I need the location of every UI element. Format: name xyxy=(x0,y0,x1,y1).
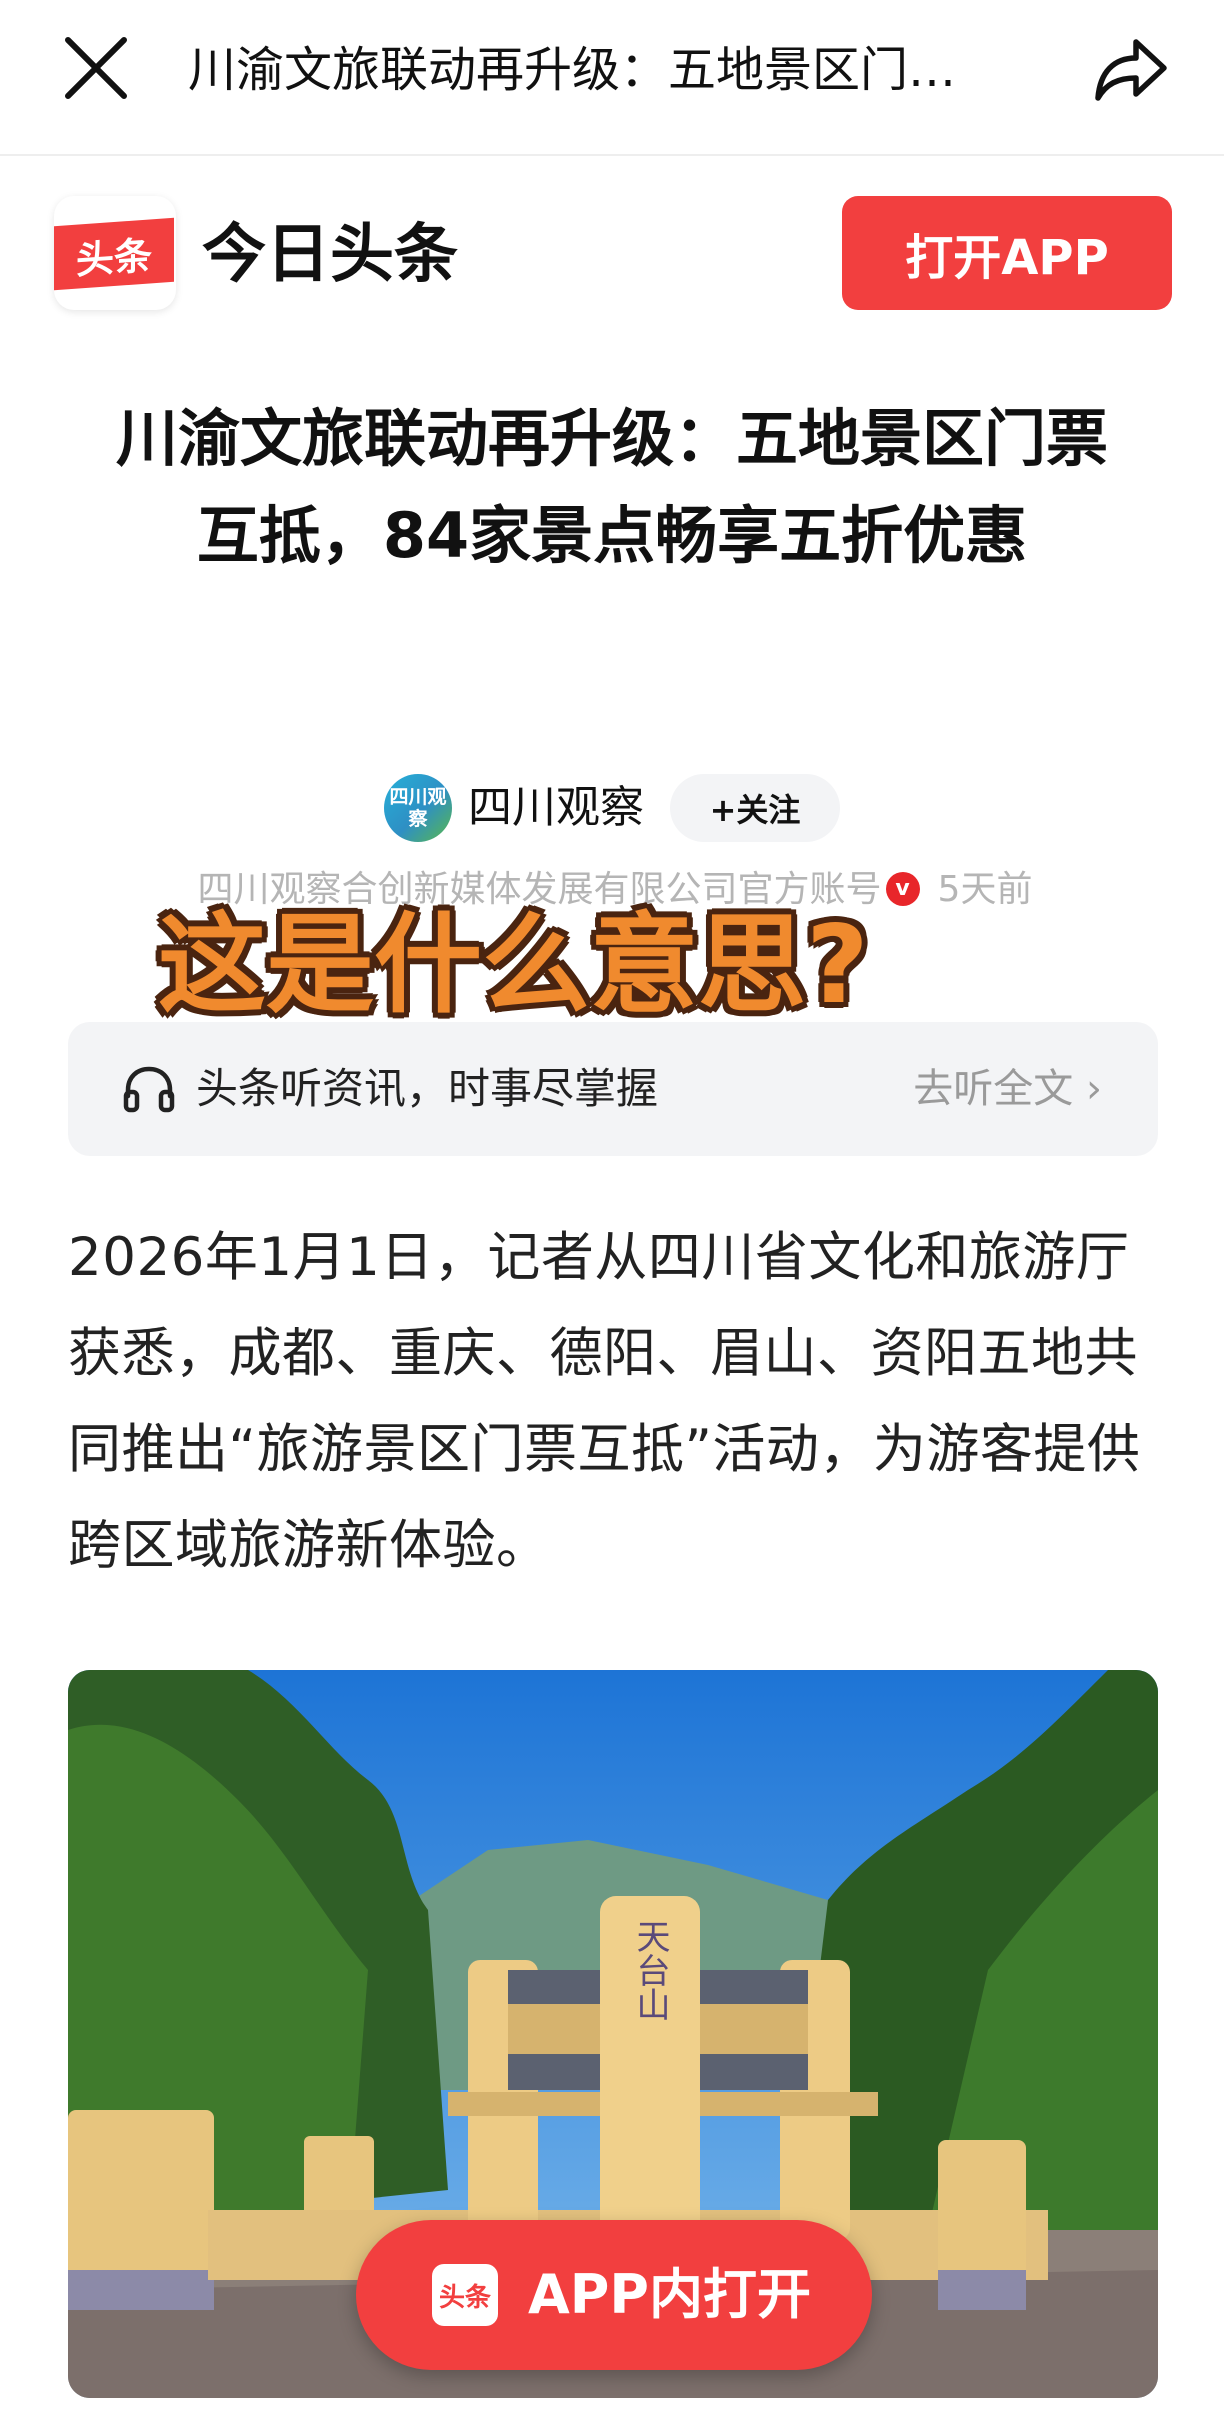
open-in-app-label: APP内打开 xyxy=(528,2263,811,2326)
overlay-caption: 这是什么意思? xyxy=(158,903,869,1028)
follow-button[interactable]: +关注 xyxy=(670,774,840,842)
article-body: 2026年1月1日，记者从四川省文化和旅游厅获悉，成都、重庆、德阳、眉山、资阳五… xyxy=(68,1227,1141,1576)
brand-name: 今日头条 xyxy=(202,218,458,292)
listen-bar[interactable]: 头条听资讯，时事尽掌握 去听全文 › xyxy=(68,1022,1158,1156)
top-nav-bar: 川渝文旅联动再升级：五地景区门… xyxy=(0,0,1224,156)
verified-badge-icon: v xyxy=(885,872,920,906)
headphone-icon xyxy=(123,1066,175,1113)
listen-full-link[interactable]: 去听全文 › xyxy=(913,1022,1102,1156)
article-title: 川渝文旅联动再升级：五地景区门票互抵，84家景点畅享五折优惠 xyxy=(115,402,1108,572)
nav-title: 川渝文旅联动再升级：五地景区门… xyxy=(188,42,957,98)
share-icon xyxy=(1095,39,1167,101)
publish-time: 5天前 xyxy=(937,869,1033,910)
open-app-button[interactable]: 打开APP xyxy=(842,196,1172,310)
gate-inscription: 天台山 xyxy=(630,1919,670,2021)
toutiao-logo: 头条 xyxy=(54,196,176,310)
author-avatar[interactable]: 四川观察 xyxy=(384,774,452,842)
toutiao-mini-logo-icon: 头条 xyxy=(432,2264,498,2326)
listen-text: 头条听资讯，时事尽掌握 xyxy=(196,1064,659,1113)
logo-text: 头条 xyxy=(54,217,174,291)
close-icon xyxy=(65,37,127,99)
author-name[interactable]: 四川观察 xyxy=(468,774,644,842)
close-button[interactable] xyxy=(58,30,134,106)
share-button[interactable] xyxy=(1090,28,1172,110)
open-in-app-button[interactable]: 头条 APP内打开 xyxy=(356,2220,872,2370)
